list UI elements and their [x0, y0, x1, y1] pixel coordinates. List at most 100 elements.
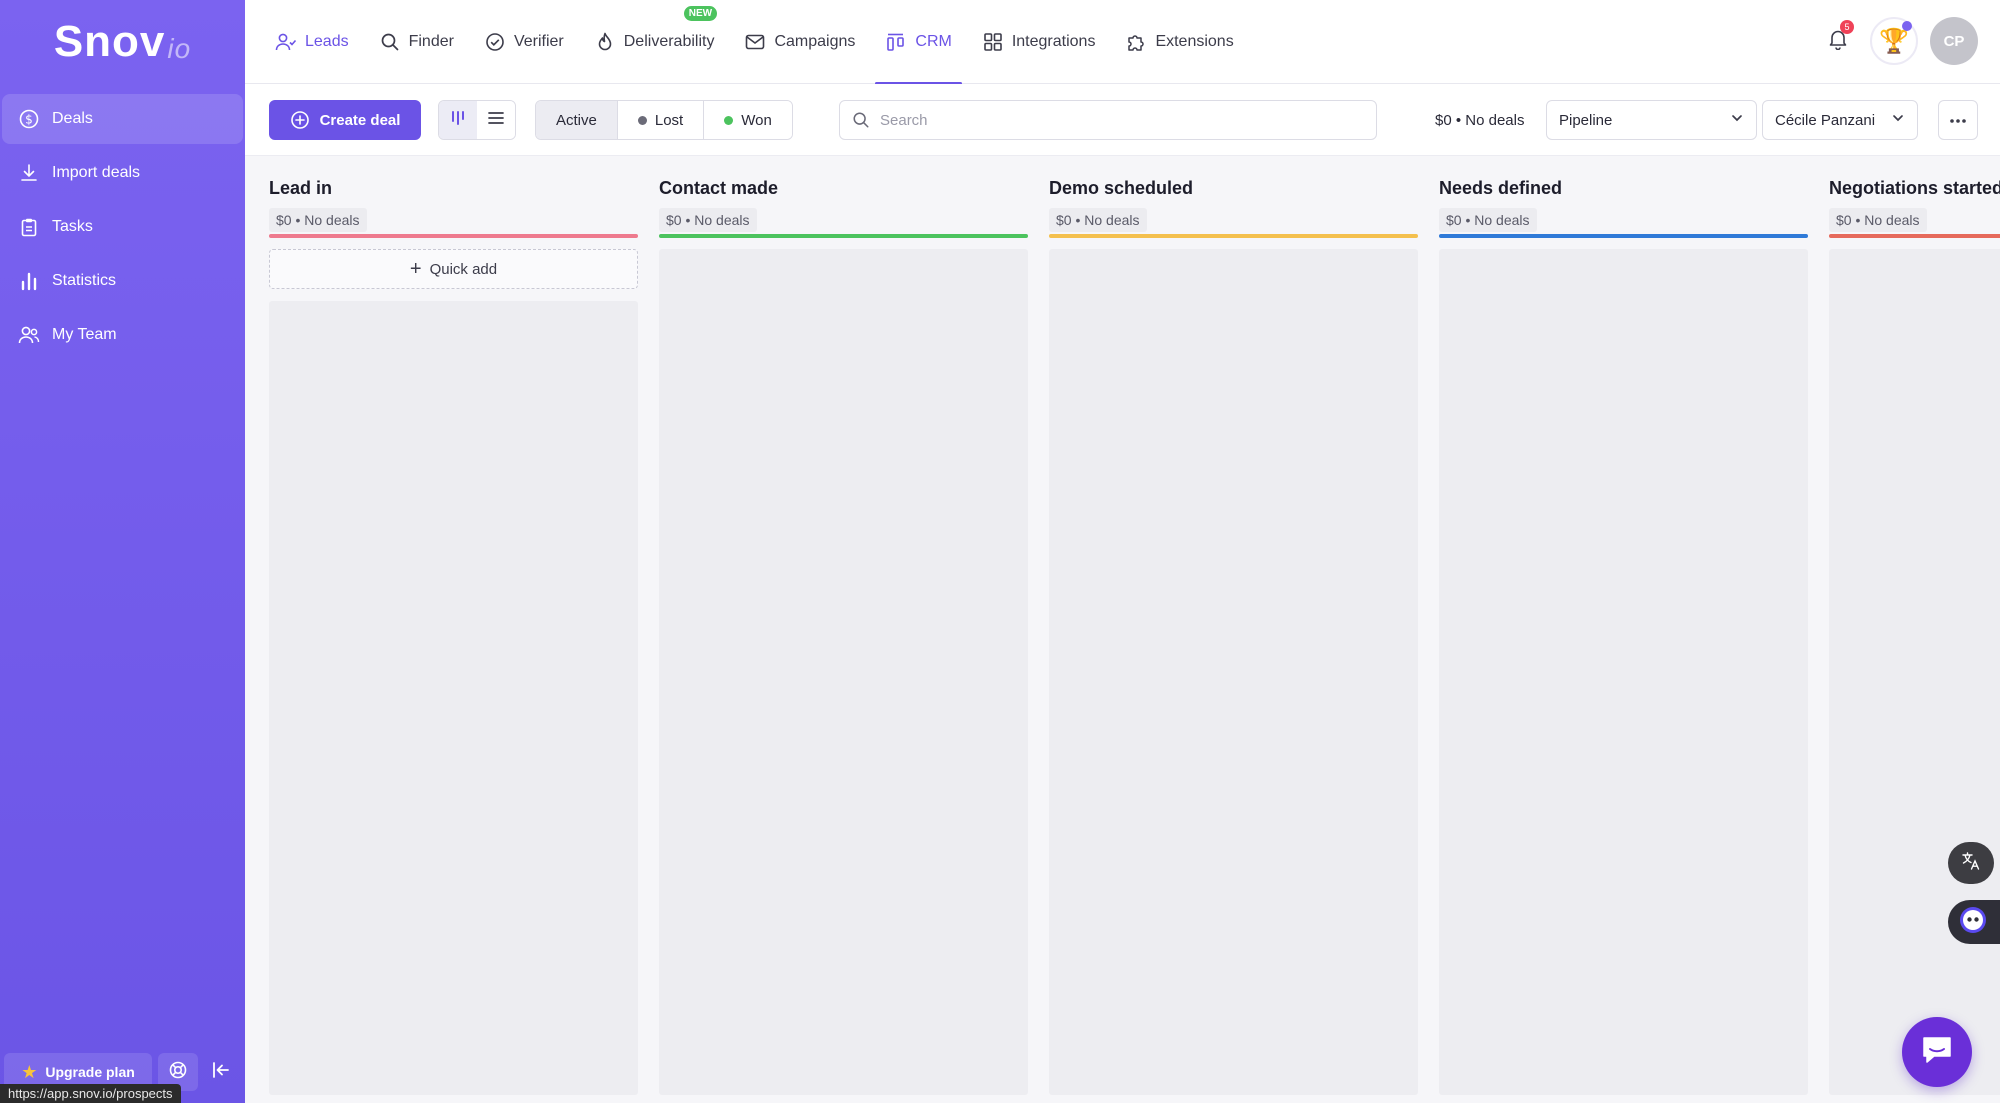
tab-label: Lost — [654, 111, 684, 129]
puzzle-icon — [1125, 31, 1147, 53]
star-icon: ★ — [21, 1061, 38, 1082]
tab-active[interactable]: Active — [536, 101, 618, 139]
collapse-left-icon — [211, 1060, 231, 1085]
deal-search — [839, 100, 1377, 140]
live-chat-button[interactable] — [1902, 1017, 1972, 1087]
column-color-bar — [1829, 234, 2000, 238]
kanban-icon — [450, 110, 466, 131]
column-title: Contact made — [659, 178, 779, 198]
pipeline-select-value: Pipeline — [1559, 111, 1613, 129]
column-title: Needs defined — [1439, 178, 1563, 198]
nav-crm[interactable]: CRM — [875, 0, 963, 85]
column-summary: $0 • No deals — [1829, 208, 1927, 232]
nav-extensions[interactable]: Extensions — [1125, 0, 1234, 84]
column-drop-area[interactable] — [269, 301, 638, 1095]
pipeline-select[interactable]: Pipeline — [1546, 100, 1757, 140]
nav-finder[interactable]: Finder — [379, 0, 454, 84]
column-drop-area[interactable] — [1439, 249, 1808, 1095]
search-input[interactable] — [880, 111, 1340, 129]
deal-status-tabs: Active Lost Won — [535, 100, 793, 140]
sidebar-item-statistics[interactable]: Statistics — [2, 256, 243, 306]
column-title: Negotiations started — [1829, 178, 2000, 198]
column-summary: $0 • No deals — [269, 208, 367, 232]
deals-summary: $0 • No deals — [1435, 112, 1525, 129]
collapse-sidebar-button[interactable] — [206, 1053, 236, 1091]
tab-label: Won — [741, 111, 772, 129]
won-status-dot — [724, 115, 734, 125]
logo-text: Snov — [53, 17, 166, 66]
column-color-bar — [269, 234, 638, 238]
column-color-bar — [1049, 234, 1418, 238]
user-avatar[interactable]: CP — [1930, 17, 1978, 65]
nav-label: Integrations — [1011, 33, 1096, 50]
nav-label: Campaigns — [774, 33, 856, 50]
lifebuoy-icon — [168, 1060, 188, 1085]
flame-icon — [594, 31, 616, 53]
create-deal-button[interactable]: Create deal — [269, 100, 421, 140]
nav-verifier[interactable]: Verifier — [484, 0, 564, 84]
snovio-logo[interactable]: Snov io — [0, 0, 245, 84]
pipeline-column-needs-defined: Needs defined $0 • No deals — [1439, 178, 1808, 1095]
owner-select-value: Cécile Panzani — [1775, 111, 1876, 129]
nav-label: Finder — [408, 33, 454, 50]
nav-label: Extensions — [1155, 33, 1234, 50]
quick-add-label: Quick add — [429, 260, 498, 278]
plus-icon: + — [409, 258, 422, 280]
owner-select[interactable]: Cécile Panzani — [1762, 100, 1918, 140]
sidebar-item-label: Statistics — [52, 272, 117, 289]
nav-campaigns[interactable]: Campaigns — [744, 0, 855, 84]
translate-widget-button[interactable] — [1948, 842, 1994, 884]
chevron-down-icon — [1730, 111, 1744, 129]
quick-add-button[interactable]: + Quick add — [269, 249, 638, 289]
board-view-button[interactable] — [439, 101, 477, 139]
notification-count-badge: 5 — [1840, 20, 1854, 34]
sidebar-item-my-team[interactable]: My Team — [2, 310, 243, 360]
nav-leads[interactable]: Leads — [275, 0, 349, 84]
sidebar-item-deals[interactable]: $ Deals — [2, 94, 243, 144]
sidebar-item-label: My Team — [52, 326, 117, 343]
column-drop-area[interactable] — [1829, 249, 2000, 1095]
sidebar-item-label: Import deals — [52, 164, 141, 181]
sidebar-item-import-deals[interactable]: Import deals — [2, 148, 243, 198]
notifications-button[interactable]: 5 — [1818, 18, 1858, 64]
assistant-widget-button[interactable] — [1948, 900, 2000, 944]
column-title: Lead in — [269, 178, 333, 198]
column-drop-area[interactable] — [1049, 249, 1418, 1095]
crm-icon — [885, 31, 907, 53]
search-icon — [379, 31, 401, 53]
column-drop-area[interactable] — [659, 249, 1028, 1095]
top-right-actions: 5 🏆 CP — [1818, 17, 1978, 65]
more-horizontal-icon — [1949, 111, 1967, 129]
column-summary: $0 • No deals — [1439, 208, 1537, 232]
column-summary: $0 • No deals — [659, 208, 757, 232]
deals-board: Lead in $0 • No deals + Quick add Contac… — [245, 156, 2000, 1103]
chevron-down-icon — [1891, 111, 1905, 129]
tab-won[interactable]: Won — [704, 101, 792, 139]
pipeline-column-lead-in: Lead in $0 • No deals + Quick add — [269, 178, 638, 1095]
plus-circle-icon — [290, 110, 310, 130]
svg-text:$: $ — [25, 113, 33, 127]
tab-lost[interactable]: Lost — [617, 101, 705, 139]
status-url-tooltip: https://app.snov.io/prospects — [0, 1084, 181, 1103]
logo-suffix: io — [167, 33, 192, 64]
sidebar-item-tasks[interactable]: Tasks — [2, 202, 243, 252]
team-icon — [18, 324, 40, 346]
nav-deliverability[interactable]: NEW Deliverability — [594, 0, 718, 84]
more-options-button[interactable] — [1938, 100, 1978, 140]
nav-label: Deliverability — [623, 33, 715, 50]
nav-integrations[interactable]: Integrations — [982, 0, 1096, 84]
sidebar-item-label: Tasks — [52, 218, 93, 235]
assistant-bot-icon — [1958, 905, 1988, 940]
search-icon — [852, 111, 870, 129]
list-icon — [487, 110, 505, 131]
achievements-button[interactable]: 🏆 — [1870, 17, 1918, 65]
view-toggle — [438, 100, 516, 140]
new-badge: NEW — [683, 6, 718, 21]
sidebar: Snov io $ Deals Import deals Tasks Statis… — [0, 0, 245, 1103]
nav-label: CRM — [915, 33, 952, 50]
lost-status-dot — [637, 115, 647, 125]
list-view-button[interactable] — [477, 101, 515, 139]
users-icon — [275, 31, 297, 53]
mail-icon — [744, 31, 766, 53]
achievement-indicator-dot — [1902, 21, 1912, 31]
